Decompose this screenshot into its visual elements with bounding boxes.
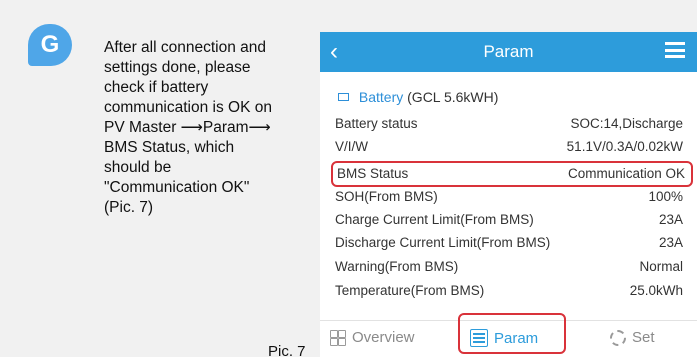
grid-icon bbox=[330, 329, 346, 346]
row-label: Discharge Current Limit(From BMS) bbox=[335, 235, 551, 250]
row-label: SOH(From BMS) bbox=[335, 189, 438, 204]
step-badge: G bbox=[28, 24, 72, 66]
nav-label: Overview bbox=[352, 329, 415, 346]
gear-icon bbox=[610, 329, 626, 346]
app-title: Param bbox=[483, 42, 534, 61]
row-value: 23A bbox=[658, 235, 683, 250]
nav-overview[interactable]: Overview bbox=[330, 329, 415, 346]
instruction-line: check if battery bbox=[104, 79, 209, 96]
row-value: Communication OK bbox=[567, 166, 685, 181]
nav-set[interactable]: Set bbox=[610, 329, 655, 346]
instruction-line: should be bbox=[104, 159, 172, 176]
row-label: V/I/W bbox=[335, 139, 368, 154]
param-row-battery-status: Battery status SOC:14,Discharge bbox=[331, 113, 689, 135]
param-row-temperature: Temperature(From BMS) 25.0kWh bbox=[331, 280, 689, 302]
instruction-line: settings done, please bbox=[104, 59, 251, 76]
battery-icon bbox=[338, 93, 349, 102]
param-row-warning: Warning(From BMS) Normal bbox=[331, 256, 689, 278]
hamburger-menu-icon[interactable] bbox=[665, 42, 685, 58]
instruction-line: After all connection and bbox=[104, 39, 266, 56]
app-header: ‹ Param bbox=[320, 32, 697, 72]
param-row-vi-w: V/I/W 51.1V/0.3A/0.02kW bbox=[331, 136, 689, 158]
row-label: Battery status bbox=[335, 116, 418, 131]
instruction-line: "Communication OK" bbox=[104, 179, 250, 196]
row-value: 51.1V/0.3A/0.02kW bbox=[566, 139, 683, 154]
battery-model: (GCL 5.6kWH) bbox=[407, 89, 499, 105]
section-label: Battery bbox=[358, 89, 404, 105]
instruction-line: BMS Status, which bbox=[104, 139, 235, 156]
row-value: 25.0kWh bbox=[629, 283, 683, 298]
row-label: Warning(From BMS) bbox=[335, 259, 459, 274]
instruction-line: communication is OK on bbox=[104, 99, 272, 116]
row-value: 23A bbox=[658, 212, 683, 227]
row-label: Charge Current Limit(From BMS) bbox=[335, 212, 534, 227]
row-label: Temperature(From BMS) bbox=[335, 283, 485, 298]
instruction-line: PV Master ⟶Param⟶ bbox=[104, 119, 271, 136]
instruction-text: After all connection and settings done, … bbox=[104, 38, 312, 218]
instruction-panel: G After all connection and settings done… bbox=[0, 0, 697, 359]
param-row-discharge-limit: Discharge Current Limit(From BMS) 23A bbox=[331, 232, 689, 254]
sliders-icon bbox=[470, 329, 488, 347]
nav-param[interactable]: Param bbox=[470, 329, 538, 347]
param-row-charge-limit: Charge Current Limit(From BMS) 23A bbox=[331, 209, 689, 231]
bottom-nav: Overview Param Set bbox=[320, 313, 697, 357]
nav-label: Param bbox=[494, 329, 539, 347]
instruction-line: (Pic. 7) bbox=[104, 199, 154, 216]
row-value: SOC:14,Discharge bbox=[570, 116, 683, 131]
row-value: Normal bbox=[639, 259, 683, 274]
param-row-bms-status: BMS Status Communication OK bbox=[331, 161, 693, 187]
battery-section-header: Battery (GCL 5.6kWH) bbox=[338, 89, 498, 105]
nav-label: Set bbox=[632, 329, 655, 346]
step-letter: G bbox=[40, 31, 60, 58]
row-label: BMS Status bbox=[337, 166, 409, 181]
row-value: 100% bbox=[648, 189, 683, 204]
app-screenshot: ‹ Param Battery (GCL 5.6kWH) Battery sta… bbox=[320, 32, 697, 357]
param-row-soh: SOH(From BMS) 100% bbox=[331, 186, 689, 208]
